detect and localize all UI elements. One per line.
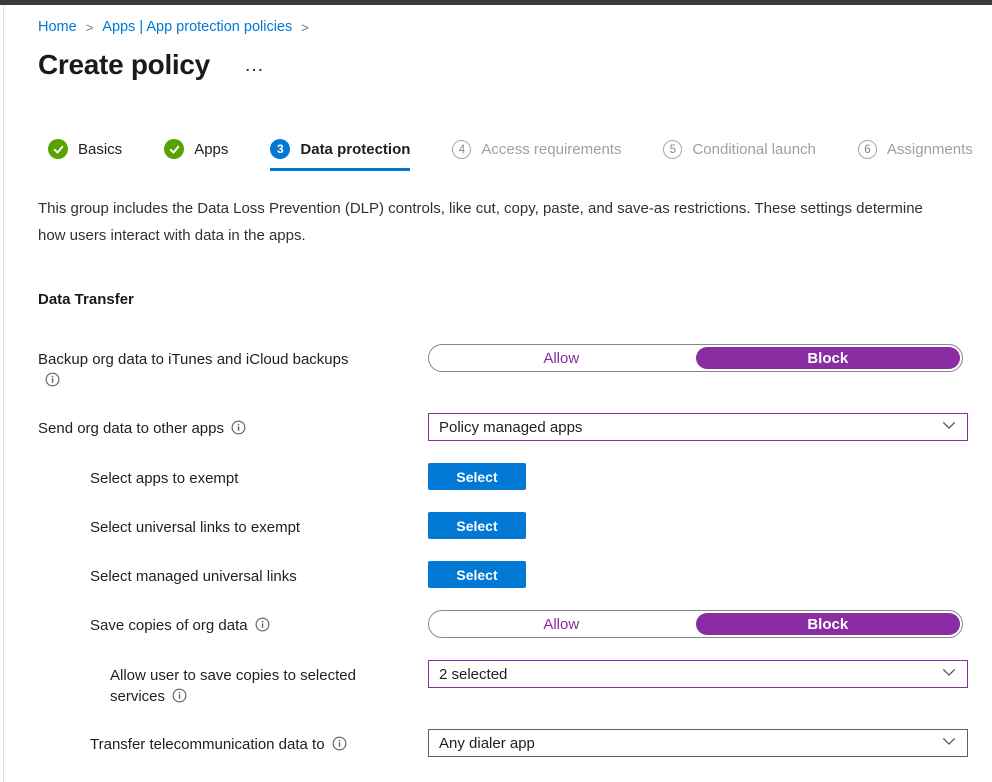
setting-row-select-universal-links-exempt: Select universal links to exempt Select xyxy=(38,512,992,539)
toggle-allow-button[interactable]: Allow xyxy=(429,345,694,371)
select-universal-links-exempt-button[interactable]: Select xyxy=(428,512,526,539)
setting-label-cell: Select universal links to exempt xyxy=(38,512,428,538)
setting-label: Backup org data to iTunes and iCloud bac… xyxy=(38,351,348,368)
toggle-block-button[interactable]: Block xyxy=(696,347,961,369)
more-menu-button[interactable]: … xyxy=(244,60,264,70)
setting-control-cell: Select xyxy=(428,561,968,588)
setting-label: Allow user to save copies to selected se… xyxy=(110,667,356,705)
tab-access-requirements[interactable]: 4 Access requirements xyxy=(452,140,621,171)
setting-row-transfer-telecom: Transfer telecommunication data to Any d… xyxy=(38,729,992,757)
chevron-down-icon xyxy=(942,665,956,684)
tab-label: Data protection xyxy=(300,141,410,158)
tab-label: Apps xyxy=(194,141,228,158)
transfer-telecom-dropdown[interactable]: Any dialer app xyxy=(428,729,968,757)
setting-control-cell: Allow Block xyxy=(428,610,968,638)
step-description: This group includes the Data Loss Preven… xyxy=(38,195,948,249)
toggle-allow-button[interactable]: Allow xyxy=(429,611,694,637)
tab-assignments[interactable]: 6 Assignments xyxy=(858,140,973,171)
tab-conditional-launch[interactable]: 5 Conditional launch xyxy=(663,140,815,171)
dropdown-value: Policy managed apps xyxy=(439,419,582,436)
setting-label-cell: Select managed universal links xyxy=(38,561,428,587)
setting-label: Transfer telecommunication data to xyxy=(90,736,325,753)
step-number-badge: 6 xyxy=(858,140,877,159)
setting-label-cell: Save copies of org data xyxy=(38,610,428,636)
select-apps-exempt-button[interactable]: Select xyxy=(428,463,526,490)
chevron-down-icon xyxy=(942,734,956,753)
info-icon[interactable] xyxy=(231,420,246,435)
info-icon[interactable] xyxy=(332,736,347,751)
check-icon xyxy=(164,139,184,159)
info-icon[interactable] xyxy=(255,617,270,632)
setting-row-save-copies: Save copies of org data Allow Block xyxy=(38,610,992,638)
save-copies-toggle: Allow Block xyxy=(428,610,963,638)
setting-label-cell: Backup org data to iTunes and iCloud bac… xyxy=(38,344,368,391)
settings-list: Backup org data to iTunes and iCloud bac… xyxy=(38,344,992,757)
toggle-block-button[interactable]: Block xyxy=(696,613,961,635)
setting-label: Select universal links to exempt xyxy=(90,519,300,536)
tab-label: Basics xyxy=(78,141,122,158)
breadcrumb-link-home[interactable]: Home xyxy=(38,19,77,35)
save-copies-services-dropdown[interactable]: 2 selected xyxy=(428,660,968,688)
setting-label: Select managed universal links xyxy=(90,568,297,585)
setting-label: Select apps to exempt xyxy=(90,470,238,487)
section-title-data-transfer: Data Transfer xyxy=(38,291,992,308)
step-number-badge: 3 xyxy=(270,139,290,159)
setting-label-cell: Send org data to other apps xyxy=(38,413,428,439)
setting-label-cell: Transfer telecommunication data to xyxy=(38,729,428,755)
step-number-badge: 5 xyxy=(663,140,682,159)
setting-control-cell: Policy managed apps xyxy=(428,413,968,441)
setting-row-backup-itunes-icloud: Backup org data to iTunes and iCloud bac… xyxy=(38,344,992,391)
breadcrumb-separator-icon: > xyxy=(301,20,309,35)
setting-row-select-apps-exempt: Select apps to exempt Select xyxy=(38,463,992,490)
chevron-down-icon xyxy=(942,418,956,437)
setting-label-cell: Select apps to exempt xyxy=(38,463,428,489)
dropdown-value: 2 selected xyxy=(439,666,507,683)
setting-label: Save copies of org data xyxy=(90,617,248,634)
tab-label: Conditional launch xyxy=(692,141,815,158)
send-org-data-dropdown[interactable]: Policy managed apps xyxy=(428,413,968,441)
breadcrumb: Home > Apps | App protection policies > xyxy=(38,19,992,35)
info-icon[interactable] xyxy=(172,688,187,703)
setting-row-send-org-data: Send org data to other apps Policy manag… xyxy=(38,413,992,441)
select-managed-universal-links-button[interactable]: Select xyxy=(428,561,526,588)
step-number-badge: 4 xyxy=(452,140,471,159)
setting-control-cell: Any dialer app xyxy=(428,729,968,757)
dropdown-value: Any dialer app xyxy=(439,735,535,752)
tab-basics[interactable]: Basics xyxy=(48,139,122,171)
page-title: Create policy xyxy=(38,49,210,81)
create-policy-page: Home > Apps | App protection policies > … xyxy=(4,5,992,782)
setting-control-cell: Select xyxy=(428,512,968,539)
setting-label: Send org data to other apps xyxy=(38,420,224,437)
title-row: Create policy … xyxy=(38,49,992,81)
info-icon[interactable] xyxy=(45,372,60,387)
tab-label: Access requirements xyxy=(481,141,621,158)
setting-control-cell: Select xyxy=(428,463,968,490)
check-icon xyxy=(48,139,68,159)
backup-itunes-toggle: Allow Block xyxy=(428,344,963,372)
setting-control-cell: Allow Block xyxy=(428,344,968,372)
setting-label-cell: Allow user to save copies to selected se… xyxy=(38,660,428,707)
tab-data-protection[interactable]: 3 Data protection xyxy=(270,139,410,171)
breadcrumb-separator-icon: > xyxy=(86,20,94,35)
wizard-steps: Basics Apps 3 Data protection 4 Access r… xyxy=(38,139,992,171)
tab-label: Assignments xyxy=(887,141,973,158)
tab-apps[interactable]: Apps xyxy=(164,139,228,171)
setting-row-select-managed-universal-links: Select managed universal links Select xyxy=(38,561,992,588)
setting-control-cell: 2 selected xyxy=(428,660,968,688)
breadcrumb-link-app-protection-policies[interactable]: Apps | App protection policies xyxy=(102,19,292,35)
setting-row-save-copies-services: Allow user to save copies to selected se… xyxy=(38,660,992,707)
